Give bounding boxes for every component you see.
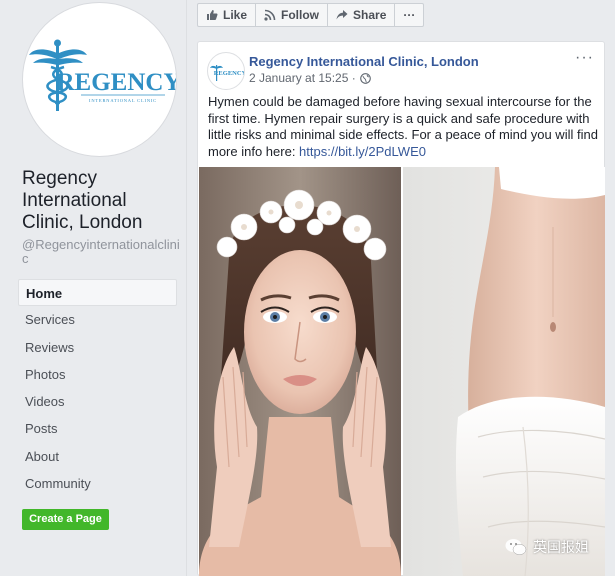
left-column: REGENCY INTERNATIONAL CLINIC Regency Int…	[0, 0, 186, 576]
post-card: REGENCY Regency International Clinic, Lo…	[197, 41, 605, 576]
thumbs-up-icon	[206, 9, 218, 21]
follow-label: Follow	[281, 8, 320, 22]
svg-text:INTERNATIONAL CLINIC: INTERNATIONAL CLINIC	[89, 98, 157, 103]
page-handle[interactable]: @Regencyinternationalclinic	[22, 238, 180, 266]
regency-logo-small: REGENCY	[210, 65, 245, 81]
profile-picture[interactable]: REGENCY INTERNATIONAL CLINIC	[22, 2, 177, 157]
share-label: Share	[353, 8, 387, 22]
like-label: Like	[223, 8, 248, 22]
follow-button[interactable]: Follow	[255, 3, 329, 27]
share-arrow-icon	[336, 9, 348, 21]
page-title[interactable]: Regency International Clinic, London	[22, 168, 182, 234]
post-photo-left[interactable]	[199, 167, 401, 576]
svg-text:REGENCY: REGENCY	[214, 70, 245, 77]
post-author-avatar[interactable]: REGENCY	[207, 52, 245, 90]
nav-item-community[interactable]: Community	[18, 470, 177, 497]
regency-logo: REGENCY INTERNATIONAL CLINIC	[29, 39, 177, 111]
column-divider	[186, 0, 187, 576]
nav-item-home[interactable]: Home	[18, 279, 177, 307]
post-author-name[interactable]: Regency International Clinic, London	[249, 54, 479, 69]
post-photo-right[interactable]	[403, 167, 605, 576]
nav-item-about[interactable]: About	[18, 443, 177, 470]
post-timestamp[interactable]: 2 January at 15:25 ·	[249, 71, 356, 85]
nav-item-photos[interactable]: Photos	[18, 361, 177, 388]
rss-follow-icon	[264, 9, 276, 21]
post-options-button[interactable]: ···	[575, 50, 594, 66]
like-button[interactable]: Like	[197, 3, 257, 27]
post-body: Hymen could be damaged before having sex…	[208, 94, 598, 160]
nav-item-posts[interactable]: Posts	[18, 415, 177, 442]
nav-item-services[interactable]: Services	[18, 306, 177, 333]
watermark-text: 英国报姐	[533, 539, 589, 555]
more-options-button[interactable]: ···	[394, 3, 425, 27]
woman-portrait-image	[199, 167, 401, 576]
nav-item-videos[interactable]: Videos	[18, 388, 177, 415]
post-meta: 2 January at 15:25 ·	[249, 71, 371, 85]
torso-image	[403, 167, 605, 576]
globe-icon	[359, 72, 371, 84]
page-nav: Home Services Reviews Photos Videos Post…	[18, 279, 177, 497]
create-page-button[interactable]: Create a Page	[22, 509, 109, 530]
page-action-bar: Like Follow Share ···	[197, 3, 425, 27]
wechat-icon	[505, 538, 527, 556]
svg-text:REGENCY: REGENCY	[56, 69, 177, 96]
watermark: 英国报姐	[505, 537, 589, 557]
share-button[interactable]: Share	[327, 3, 396, 27]
nav-item-reviews[interactable]: Reviews	[18, 334, 177, 361]
post-link[interactable]: https://bit.ly/2PdLWE0	[299, 144, 426, 159]
